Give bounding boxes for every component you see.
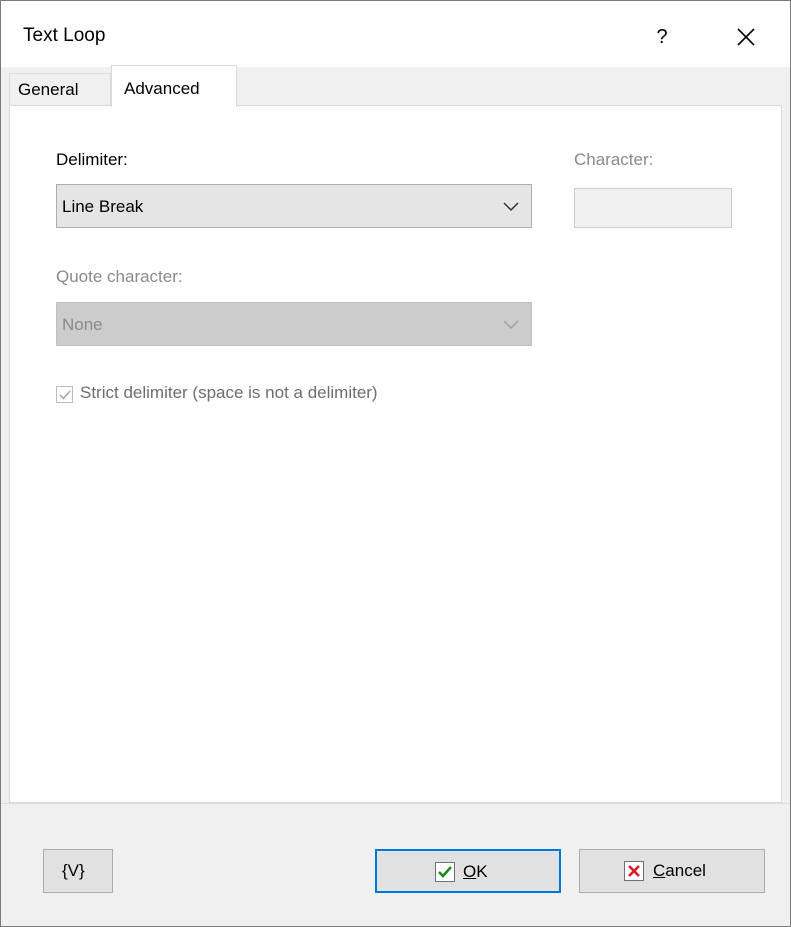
help-icon: ? bbox=[656, 26, 668, 48]
delimiter-select[interactable]: Line Break bbox=[56, 184, 532, 228]
quote-character-label: Quote character: bbox=[56, 267, 183, 286]
character-input[interactable] bbox=[574, 188, 732, 228]
character-label: Character: bbox=[574, 150, 654, 169]
checkmark-icon bbox=[59, 390, 71, 400]
close-button[interactable] bbox=[711, 15, 781, 59]
help-button[interactable]: ? bbox=[627, 15, 697, 59]
variables-button-label: {V} bbox=[62, 861, 85, 880]
tab-advanced[interactable]: Advanced bbox=[111, 65, 237, 107]
ok-check-icon bbox=[435, 862, 455, 882]
variables-button[interactable]: {V} bbox=[43, 849, 113, 893]
ok-button-label: OK bbox=[463, 862, 488, 881]
title-bar: Text Loop ? bbox=[1, 1, 790, 67]
tab-panel-advanced: Delimiter: Line Break Character: Quote c… bbox=[9, 105, 782, 803]
delimiter-label: Delimiter: bbox=[56, 150, 128, 169]
delimiter-value: Line Break bbox=[62, 197, 144, 216]
strict-delimiter-checkbox-row[interactable]: Strict delimiter (space is not a delimit… bbox=[56, 383, 496, 408]
dialog-window: Text Loop ? General Advanced Delimiter: … bbox=[0, 0, 791, 927]
cancel-x-icon bbox=[624, 861, 644, 881]
strict-delimiter-label: Strict delimiter (space is not a delimit… bbox=[80, 383, 378, 402]
tab-general-label: General bbox=[18, 80, 79, 99]
chevron-down-icon bbox=[503, 202, 519, 212]
tab-general[interactable]: General bbox=[9, 73, 111, 105]
cancel-button[interactable]: Cancel bbox=[579, 849, 765, 893]
cancel-button-label: Cancel bbox=[653, 861, 706, 880]
strict-delimiter-checkbox[interactable] bbox=[56, 386, 73, 403]
window-title: Text Loop bbox=[23, 25, 106, 46]
chevron-down-icon bbox=[503, 320, 519, 330]
quote-character-value: None bbox=[62, 315, 103, 334]
ok-button[interactable]: OK bbox=[375, 849, 561, 893]
footer-divider bbox=[1, 803, 790, 804]
quote-character-select[interactable]: None bbox=[56, 302, 532, 346]
close-icon bbox=[737, 28, 755, 46]
tab-advanced-label: Advanced bbox=[124, 79, 200, 98]
